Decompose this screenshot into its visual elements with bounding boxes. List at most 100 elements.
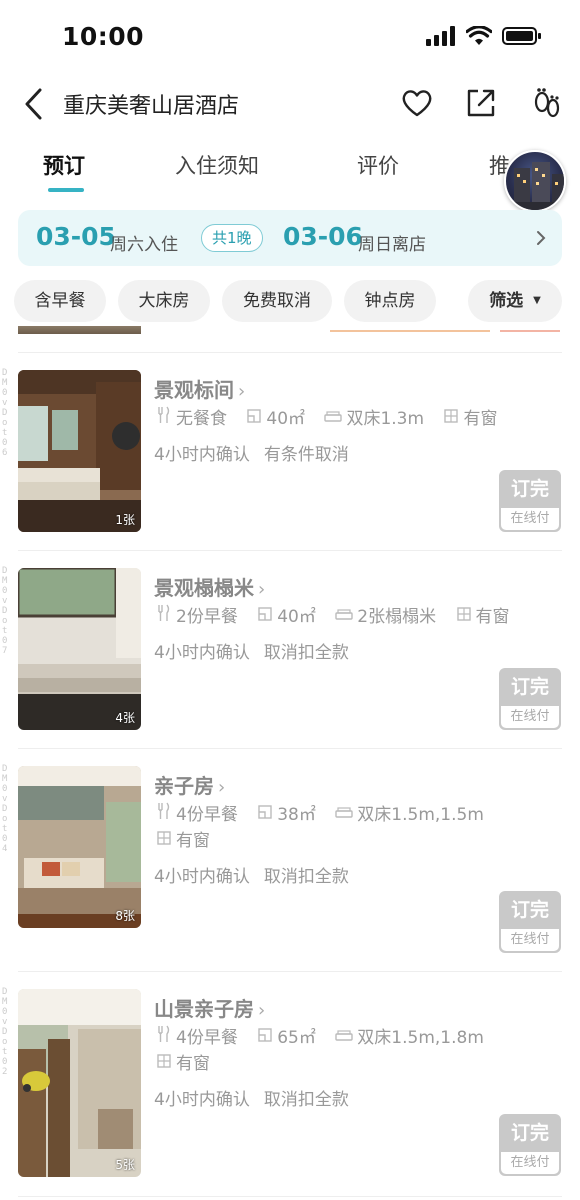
- tab-checkin-notice[interactable]: 入住须知: [175, 150, 259, 180]
- chevron-right-icon: ›: [238, 381, 246, 402]
- status-bar: 10:00: [0, 0, 580, 76]
- footprint-button[interactable]: [530, 86, 564, 120]
- confirm-policy: 4小时内确认: [154, 445, 250, 465]
- battery-icon: [502, 27, 541, 45]
- book-status: 订完: [510, 676, 549, 698]
- image-count: 4张: [115, 711, 135, 725]
- book-payment: 在线付: [501, 706, 559, 728]
- room-policy: 4小时内确认 取消扣全款: [154, 638, 363, 663]
- meal-info: 4份早餐: [176, 805, 238, 825]
- room-photo[interactable]: 1张: [18, 370, 141, 532]
- meal-info: 无餐食: [176, 409, 227, 429]
- room-policy: 4小时内确认 取消扣全款: [154, 1085, 363, 1110]
- chevron-right-icon: ›: [258, 1000, 266, 1021]
- room-policy: 4小时内确认 取消扣全款: [154, 862, 363, 887]
- back-button[interactable]: [20, 84, 48, 124]
- filter-bar: 含早餐 大床房 免费取消 钟点房 筛选 ▼: [0, 280, 580, 326]
- share-icon: [467, 89, 495, 117]
- room-name[interactable]: 景观标间 ›: [154, 374, 245, 403]
- room-name-text: 景观榻榻米: [154, 576, 254, 600]
- previous-room-partial: [0, 326, 580, 336]
- active-tab-indicator: [48, 188, 84, 192]
- window-info: 有窗: [176, 831, 210, 851]
- room-name-text: 山景亲子房: [154, 997, 254, 1021]
- area-info: 40㎡: [277, 607, 316, 627]
- room-name[interactable]: 山景亲子房 ›: [154, 993, 265, 1022]
- book-button[interactable]: 订完 在线付: [499, 668, 561, 730]
- book-payment: 在线付: [501, 508, 559, 530]
- book-button[interactable]: 订完 在线付: [499, 470, 561, 532]
- tab-reviews[interactable]: 评价: [357, 150, 399, 180]
- room-photo[interactable]: 4张: [18, 568, 141, 730]
- area-icon: [246, 406, 262, 432]
- room-name-text: 景观标间: [154, 378, 234, 402]
- area-icon: [257, 802, 273, 828]
- trace-label: DM0vDot04: [2, 764, 8, 854]
- divider: [18, 352, 562, 353]
- book-status: 订完: [510, 478, 549, 500]
- area-info: 40㎡: [266, 409, 306, 429]
- meal-info: 2份早餐: [176, 607, 238, 627]
- filter-button-label: 筛选: [489, 291, 524, 311]
- book-button[interactable]: 订完 在线付: [499, 1114, 561, 1176]
- room-amenities: 4份早餐 65㎡ 双床1.5m,1.8m 有窗: [156, 1025, 556, 1077]
- filter-chip-hourly[interactable]: 钟点房: [344, 280, 436, 322]
- back-icon: [25, 88, 42, 120]
- room-photo[interactable]: 5张: [18, 989, 141, 1177]
- confirm-policy: 4小时内确认: [154, 1090, 250, 1110]
- room-amenities: 2份早餐 40㎡ 2张榻榻米 有窗: [156, 604, 556, 630]
- wifi-icon: [466, 26, 492, 45]
- window-icon: [156, 1051, 172, 1077]
- hotel-title: 重庆美奢山居酒店: [63, 94, 240, 119]
- filter-chip-freecancel[interactable]: 免费取消: [222, 280, 332, 322]
- divider: [18, 748, 562, 749]
- meal-icon: [156, 604, 172, 630]
- filter-chip-bigbed[interactable]: 大床房: [118, 280, 210, 322]
- bed-icon: [324, 406, 343, 432]
- date-selector[interactable]: 03-05 周六入住 共1晚 03-06 周日离店: [18, 210, 562, 266]
- book-payment: 在线付: [501, 1152, 559, 1174]
- filter-chip-breakfast[interactable]: 含早餐: [14, 280, 106, 322]
- area-info: 38㎡: [277, 805, 316, 825]
- hotel-thumbnail[interactable]: [504, 150, 566, 212]
- tab-bar: 预订 入住须知 评价 推: [0, 140, 580, 196]
- bed-info: 双床1.5m,1.8m: [357, 1028, 484, 1048]
- room-name[interactable]: 亲子房 ›: [154, 770, 225, 799]
- nav-bar: 重庆美奢山居酒店: [0, 76, 580, 132]
- window-icon: [156, 828, 172, 854]
- room-name-text: 亲子房: [154, 774, 214, 798]
- chevron-right-icon: ›: [258, 579, 266, 600]
- bed-icon: [335, 1025, 353, 1051]
- room-photo[interactable]: 8张: [18, 766, 141, 928]
- meal-info: 4份早餐: [176, 1028, 238, 1048]
- filter-button[interactable]: 筛选 ▼: [468, 280, 562, 322]
- confirm-policy: 4小时内确认: [154, 867, 250, 887]
- checkout-date: 03-06: [283, 222, 363, 251]
- book-button[interactable]: 订完 在线付: [499, 891, 561, 953]
- trace-label: DM0vDot06: [2, 368, 8, 458]
- confirm-policy: 4小时内确认: [154, 643, 250, 663]
- bed-info: 双床1.3m: [346, 409, 425, 429]
- cancel-policy: 取消扣全款: [263, 1090, 349, 1110]
- room-name[interactable]: 景观榻榻米 ›: [154, 572, 265, 601]
- divider: [18, 1196, 562, 1197]
- nights-badge: 共1晚: [201, 224, 263, 252]
- chevron-right-icon: [534, 228, 548, 248]
- tab-booking[interactable]: 预订: [43, 150, 85, 180]
- window-icon: [443, 406, 459, 432]
- window-info: 有窗: [463, 409, 498, 429]
- share-button[interactable]: [464, 86, 498, 120]
- book-status: 订完: [510, 1122, 549, 1144]
- divider: [18, 971, 562, 972]
- window-info: 有窗: [475, 607, 510, 627]
- favorite-button[interactable]: [400, 86, 434, 120]
- book-status: 订完: [510, 899, 549, 921]
- window-info: 有窗: [176, 1054, 210, 1074]
- room-policy: 4小时内确认 有条件取消: [154, 440, 363, 465]
- signal-icon: [426, 26, 455, 46]
- meal-icon: [156, 1025, 172, 1051]
- cancel-policy: 取消扣全款: [263, 643, 349, 663]
- bed-icon: [335, 604, 353, 630]
- trace-label: DM0vDot07: [2, 566, 8, 656]
- heart-icon: [402, 90, 432, 117]
